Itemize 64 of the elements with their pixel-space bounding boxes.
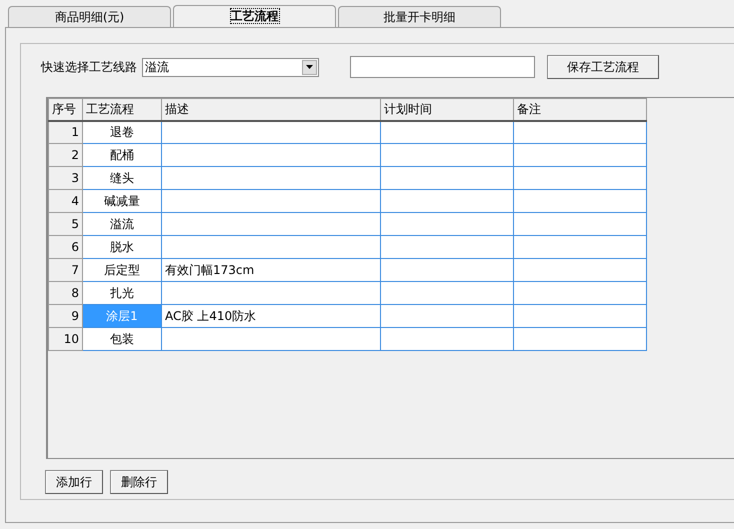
table-cell[interactable]: 碱减量 (82, 190, 162, 212)
row-number: 2 (48, 144, 82, 166)
row-number: 8 (48, 282, 82, 304)
table-cell[interactable] (514, 190, 646, 212)
table-cell[interactable] (380, 304, 514, 328)
field-label: 快速选择工艺线路 (41, 59, 137, 76)
table-cell[interactable]: 缝头 (82, 166, 162, 190)
tab[interactable]: 批量开卡明细 (338, 6, 501, 27)
text-field[interactable] (350, 56, 535, 78)
table-cell[interactable] (380, 144, 514, 166)
table-cell[interactable]: 包装 (82, 328, 162, 350)
table-cell[interactable] (162, 212, 380, 236)
table-cell[interactable] (380, 190, 514, 212)
table-cell[interactable]: AC胶 上410防水 (162, 304, 380, 328)
row-number: 7 (48, 258, 82, 282)
table-cell[interactable] (514, 328, 646, 350)
table-cell[interactable] (514, 212, 646, 236)
table-cell[interactable] (380, 212, 514, 236)
dropdown-arrow-icon (306, 65, 313, 69)
table-cell[interactable]: 后定型 (82, 258, 162, 282)
table-cell[interactable] (162, 166, 380, 190)
table-cell[interactable] (380, 236, 514, 258)
table-cell[interactable]: 溢流 (82, 212, 162, 236)
table-cell[interactable] (514, 120, 646, 144)
row-button[interactable]: 删除行 (110, 470, 168, 494)
row-number: 4 (48, 190, 82, 212)
row-number: 1 (48, 120, 82, 144)
table-cell[interactable]: 退卷 (82, 120, 162, 144)
row-number: 10 (48, 328, 82, 350)
table-cell[interactable] (514, 144, 646, 166)
table-cell[interactable]: 脱水 (82, 236, 162, 258)
table-cell[interactable] (380, 258, 514, 282)
table-cell[interactable] (380, 166, 514, 190)
row-number: 6 (48, 236, 82, 258)
table-cell[interactable] (380, 282, 514, 304)
table-cell[interactable] (514, 236, 646, 258)
table-cell[interactable] (162, 144, 380, 166)
table-cell[interactable]: 配桶 (82, 144, 162, 166)
table-cell[interactable] (162, 282, 380, 304)
tab[interactable]: 商品明细(元) (8, 6, 171, 27)
table-cell[interactable] (162, 190, 380, 212)
column-header: 计划时间 (380, 98, 514, 120)
table-cell[interactable]: 扎光 (82, 282, 162, 304)
table-cell[interactable] (514, 258, 646, 282)
table-cell[interactable]: 有效门幅173cm (162, 258, 380, 282)
row-number: 9 (48, 304, 82, 328)
row-number: 3 (48, 166, 82, 190)
table-cell[interactable] (514, 282, 646, 304)
column-header: 描述 (162, 98, 380, 120)
save-button[interactable]: 保存工艺流程 (547, 55, 659, 79)
table-cell[interactable] (162, 328, 380, 350)
table-cell[interactable] (514, 166, 646, 190)
table-cell[interactable] (380, 120, 514, 144)
table-cell[interactable] (162, 236, 380, 258)
route-dropdown[interactable]: 溢流 (142, 58, 319, 76)
column-header: 备注 (514, 98, 646, 120)
table-cell[interactable] (162, 120, 380, 144)
table-cell[interactable] (514, 304, 646, 328)
table-cell[interactable] (380, 328, 514, 350)
column-header: 序号 (48, 98, 82, 120)
column-header: 工艺流程 (82, 98, 162, 120)
row-number: 5 (48, 212, 82, 236)
tab[interactable]: 工艺流程 (173, 5, 336, 27)
row-button[interactable]: 添加行 (45, 470, 103, 494)
